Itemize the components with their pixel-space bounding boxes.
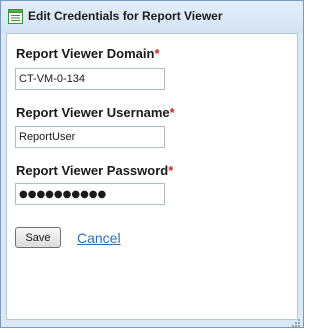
title-bar[interactable]: Edit Credentials for Report Viewer: [1, 1, 303, 33]
resize-grip-icon[interactable]: [291, 315, 301, 327]
domain-input[interactable]: [15, 68, 165, 90]
password-required-marker: *: [168, 163, 174, 178]
username-input[interactable]: [15, 126, 165, 148]
dialog-content: Report Viewer Domain* Report Viewer User…: [6, 33, 298, 320]
username-label: Report Viewer Username*: [16, 105, 175, 120]
dialog-window: Edit Credentials for Report Viewer Repor…: [0, 0, 304, 328]
username-label-text: Report Viewer Username: [16, 105, 170, 120]
cancel-link[interactable]: Cancel: [77, 230, 121, 246]
dialog-title: Edit Credentials for Report Viewer: [28, 9, 223, 23]
domain-required-marker: *: [154, 46, 160, 61]
form-icon: [8, 9, 23, 24]
save-button[interactable]: Save: [15, 227, 61, 248]
domain-label: Report Viewer Domain*: [16, 46, 160, 61]
domain-label-text: Report Viewer Domain: [16, 46, 155, 61]
password-label: Report Viewer Password*: [16, 163, 173, 178]
password-input[interactable]: [15, 183, 165, 205]
username-required-marker: *: [169, 105, 175, 120]
password-label-text: Report Viewer Password: [16, 163, 169, 178]
